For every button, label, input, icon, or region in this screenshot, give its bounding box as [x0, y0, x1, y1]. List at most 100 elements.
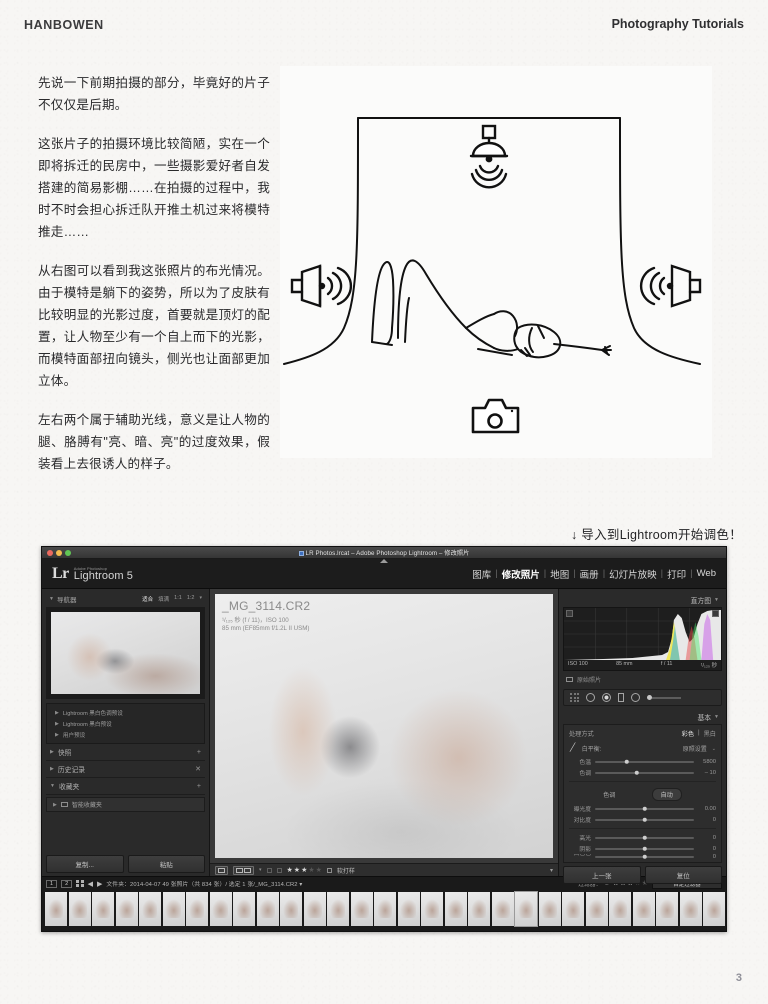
- navigator-header[interactable]: ▼ 导航器 适合 填满 1:1 1:2 ▾: [46, 592, 205, 606]
- auto-tone-button[interactable]: 自动: [651, 788, 682, 801]
- histogram[interactable]: ISO 100 85 mm f / 11 ¹/₁₂₅ 秒: [563, 607, 722, 671]
- chevron-right-icon[interactable]: ▶: [50, 766, 54, 772]
- chevron-down-icon[interactable]: ▾: [259, 867, 262, 873]
- filmstrip-thumb[interactable]: [115, 892, 138, 926]
- add-collection-icon[interactable]: +: [197, 783, 201, 790]
- filmstrip-thumb[interactable]: [374, 892, 396, 926]
- wb-value[interactable]: 原照设置: [683, 744, 707, 753]
- filmstrip-thumb[interactable]: [186, 892, 208, 926]
- filmstrip-thumb[interactable]: [327, 892, 349, 926]
- filmstrip-thumb[interactable]: [491, 892, 514, 926]
- section-collections[interactable]: ▼ 收藏夹 +: [46, 778, 205, 795]
- shadows-slider[interactable]: [595, 846, 694, 852]
- before-after-icon[interactable]: [233, 865, 254, 875]
- filmstrip-thumb[interactable]: [68, 892, 91, 926]
- copy-button[interactable]: 复制...: [46, 855, 124, 873]
- radial-filter-icon[interactable]: [631, 693, 640, 702]
- rating-stars[interactable]: ★ ★ ★ ★ ★: [287, 867, 322, 874]
- module-web[interactable]: Web: [697, 568, 716, 579]
- zoom-fill[interactable]: 填满: [158, 595, 169, 603]
- chevron-down-icon[interactable]: ⌄: [712, 746, 716, 752]
- contrast-slider-row[interactable]: 对比度 0: [569, 814, 716, 825]
- basic-panel-header[interactable]: 基本 ▼: [563, 709, 722, 724]
- chevron-right-icon[interactable]: ▶: [55, 732, 59, 738]
- flag-icon[interactable]: [266, 867, 272, 873]
- module-map[interactable]: 地图: [550, 567, 569, 581]
- highlights-slider-row[interactable]: 高光 0: [569, 832, 716, 843]
- chevron-right-icon[interactable]: ▶: [50, 749, 54, 755]
- zoom-1-2[interactable]: 1:2: [187, 595, 195, 603]
- filmstrip-thumb[interactable]: [256, 892, 279, 926]
- graduated-filter-icon[interactable]: [618, 693, 624, 702]
- exposure-slider-row[interactable]: 曝光度 0.00: [569, 803, 716, 814]
- chevron-down-icon[interactable]: ▼: [50, 783, 55, 789]
- eyedropper-icon[interactable]: ⟋: [568, 741, 578, 754]
- filmstrip-thumb[interactable]: [139, 892, 161, 926]
- photo-preview[interactable]: _MG_3114.CR2 ¹/₁₂₅ 秒 (f / 11)，ISO 100 85…: [215, 594, 553, 858]
- back-arrow-icon[interactable]: ◀: [88, 880, 93, 888]
- module-print[interactable]: 打印: [667, 567, 686, 581]
- filmstrip-thumb[interactable]: [562, 892, 584, 926]
- chevron-down-icon[interactable]: ▼: [714, 714, 719, 720]
- add-snapshot-icon[interactable]: +: [197, 749, 201, 756]
- module-develop[interactable]: 修改照片: [502, 567, 540, 581]
- filmstrip-thumb[interactable]: [303, 892, 326, 926]
- chevron-down-icon[interactable]: ▼: [49, 596, 54, 602]
- contrast-slider[interactable]: [595, 817, 694, 823]
- filmstrip-thumb-selected[interactable]: [514, 891, 538, 927]
- chevron-right-icon[interactable]: ▶: [55, 710, 59, 716]
- temp-slider-row[interactable]: 色温 5800: [569, 756, 716, 767]
- paste-button[interactable]: 粘贴: [127, 855, 205, 873]
- module-book[interactable]: 画册: [580, 567, 599, 581]
- filmstrip-thumb[interactable]: [233, 892, 255, 926]
- filmstrip-thumb[interactable]: [162, 892, 185, 926]
- filmstrip-thumb[interactable]: [609, 892, 631, 926]
- highlights-slider[interactable]: [595, 835, 694, 841]
- toolbar-caret-icon[interactable]: ▾: [550, 867, 553, 874]
- module-slideshow[interactable]: 幻灯片放映: [609, 567, 657, 581]
- adjustment-brush-icon[interactable]: [647, 695, 681, 700]
- filmstrip-thumb[interactable]: [679, 892, 702, 926]
- tint-slider-row[interactable]: 色调 – 10: [569, 767, 716, 778]
- preset-item[interactable]: ▶ 用户预设: [49, 729, 202, 740]
- histogram-header[interactable]: 直方图 ▼: [563, 592, 722, 607]
- filmstrip-thumb[interactable]: [45, 892, 67, 926]
- smart-collection-item[interactable]: ▶ 智能收藏夹: [46, 797, 205, 812]
- whites-slider-row[interactable]: 白色色阶 0: [569, 854, 716, 859]
- chevron-right-icon[interactable]: ▶: [53, 802, 57, 808]
- chevron-down-icon[interactable]: ▼: [714, 597, 719, 603]
- crop-tool-icon[interactable]: [570, 693, 579, 702]
- filmstrip-thumb[interactable]: [585, 892, 608, 926]
- filmstrip-thumb[interactable]: [703, 892, 725, 926]
- treatment-bw[interactable]: 黑白: [704, 729, 716, 738]
- navigator-zoom-modes[interactable]: 适合 填满 1:1 1:2 ▾: [142, 595, 202, 603]
- loupe-view-icon[interactable]: [215, 865, 228, 875]
- treatment-color[interactable]: 彩色: [682, 729, 694, 738]
- chevron-down-icon[interactable]: ▾: [199, 595, 202, 603]
- filmstrip-thumb[interactable]: [468, 892, 490, 926]
- filmstrip-thumbnails[interactable]: [42, 890, 726, 930]
- zoom-1-1[interactable]: 1:1: [174, 595, 182, 603]
- section-history[interactable]: ▶ 历史记录 ✕: [46, 761, 205, 778]
- filmstrip-thumb[interactable]: [421, 892, 443, 926]
- tint-slider[interactable]: [595, 770, 694, 776]
- preset-item[interactable]: ▶ Lightroom 黑白预设: [49, 718, 202, 729]
- chevron-right-icon[interactable]: ▶: [55, 721, 59, 727]
- section-snapshots[interactable]: ▶ 快照 +: [46, 744, 205, 761]
- develop-tool-strip[interactable]: [563, 689, 722, 706]
- redeye-icon[interactable]: [602, 693, 611, 702]
- reset-button[interactable]: 复位: [644, 866, 722, 884]
- spot-removal-icon[interactable]: [586, 693, 595, 702]
- shadow-clipping-icon[interactable]: [566, 610, 573, 617]
- filmstrip-thumb[interactable]: [632, 892, 655, 926]
- highlight-clipping-icon[interactable]: [712, 610, 719, 617]
- screen-2-button[interactable]: 2: [61, 879, 73, 888]
- filmstrip-thumb[interactable]: [92, 892, 114, 926]
- shadows-slider-row[interactable]: 阴影 0: [569, 843, 716, 854]
- module-library[interactable]: 图库: [472, 567, 491, 581]
- filmstrip-collapse-icon[interactable]: ▾: [42, 930, 726, 931]
- screen-1-button[interactable]: 1: [46, 879, 58, 888]
- grid-view-icon[interactable]: [76, 879, 84, 888]
- filmstrip-source-path[interactable]: 文件夹：2014-04-07 49 张照片（共 834 张）/ 选定 1 张/_…: [106, 879, 302, 888]
- photo-canvas[interactable]: _MG_3114.CR2 ¹/₁₂₅ 秒 (f / 11)，ISO 100 85…: [210, 589, 558, 863]
